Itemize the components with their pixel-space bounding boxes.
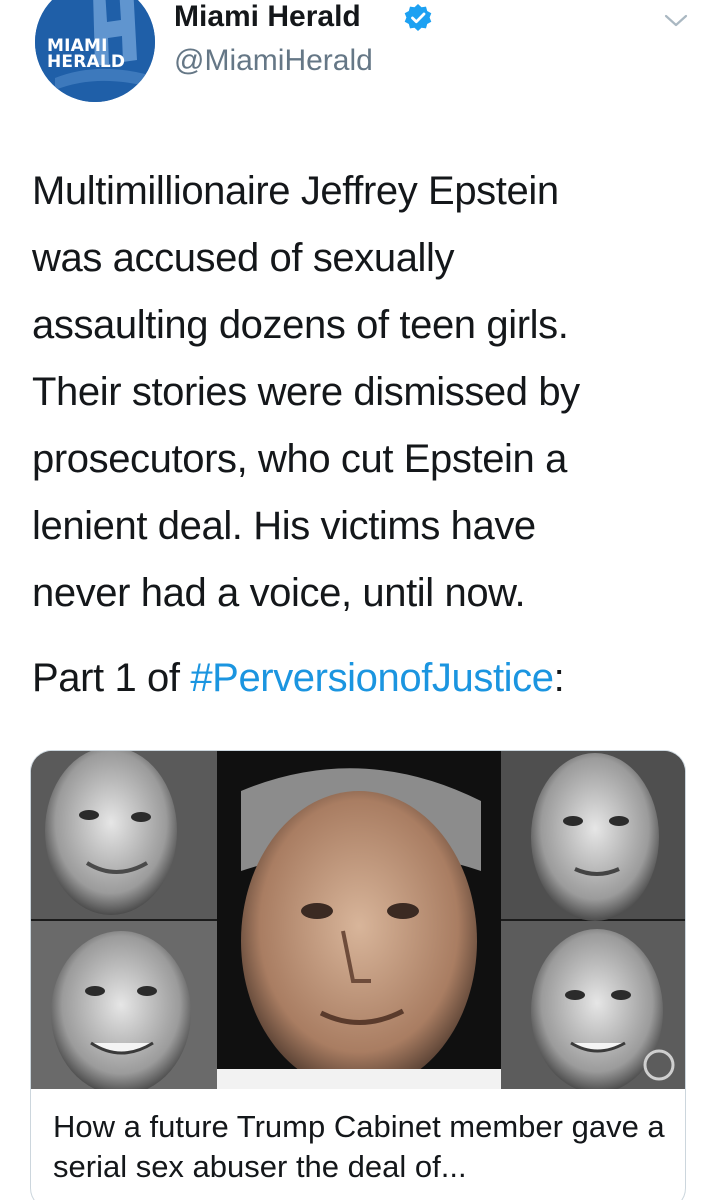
tweet-line: Their stories were dismissed by: [32, 370, 580, 414]
tweet-line: lenient deal. His victims have: [32, 504, 536, 548]
tweet-line: never had a voice, until now.: [32, 571, 526, 615]
tweet-line: was accused of sexually: [32, 236, 455, 280]
tweet-line: prosecutors, who cut Epstein a: [32, 437, 567, 481]
user-handle[interactable]: @MiamiHerald: [174, 44, 373, 78]
part-prefix: Part 1 of: [32, 656, 191, 700]
card-image[interactable]: [31, 751, 685, 1089]
tweet-line: Multimillionaire Jeffrey Epstein: [32, 169, 559, 213]
news-photo-collage-image: [31, 751, 685, 1089]
avatar-wordmark: MIAMI HERALD: [47, 38, 126, 72]
hashtag-link[interactable]: #PerversionofJustice: [190, 656, 554, 700]
display-name[interactable]: Miami Herald: [174, 0, 361, 34]
tweet-text: Multimillionaire Jeffrey Epstein was acc…: [32, 158, 692, 712]
tweet-part-line: Part 1 of #PerversionofJustice:: [32, 645, 692, 712]
avatar-line-2: HERALD: [47, 52, 126, 72]
tweet-line: assaulting dozens of teen girls.: [32, 303, 569, 347]
tweet-header: MIAMI HERALD Miami Herald @MiamiHerald: [0, 0, 715, 120]
link-preview-card[interactable]: How a future Trump Cabinet member gave a…: [30, 750, 686, 1200]
chevron-down-icon[interactable]: [664, 12, 688, 30]
verified-badge-icon: [404, 4, 432, 31]
card-title[interactable]: How a future Trump Cabinet member gave a…: [53, 1107, 673, 1187]
part-suffix: :: [553, 656, 565, 700]
avatar[interactable]: MIAMI HERALD: [35, 0, 155, 102]
